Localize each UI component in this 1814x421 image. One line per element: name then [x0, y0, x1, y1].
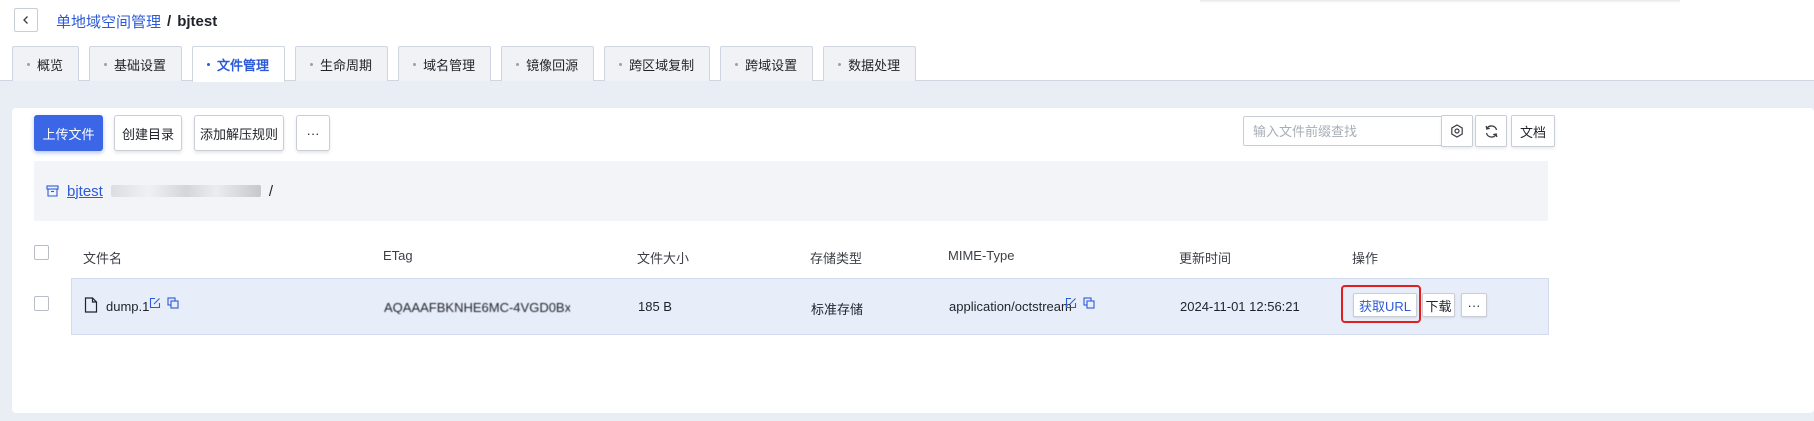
- path-redacted-segment: [110, 185, 261, 197]
- more-actions-button[interactable]: ···: [296, 115, 330, 151]
- column-header-actions: 操作: [1352, 251, 1379, 266]
- tab-label: 跨区域复制: [629, 57, 695, 73]
- breadcrumb: 单地域空间管理 / bjtest: [56, 11, 217, 32]
- page-header: 单地域空间管理 / bjtest 概览 基础设置 文件管理 生命周期 域名管理 …: [0, 0, 1814, 82]
- documentation-button[interactable]: 文档: [1511, 115, 1555, 147]
- tab-label: 文件管理: [217, 58, 270, 73]
- upload-file-button[interactable]: 上传文件: [34, 115, 103, 151]
- edit-icon[interactable]: [149, 297, 161, 312]
- bucket-icon: [46, 185, 59, 197]
- tab-dot: [516, 62, 520, 66]
- download-button[interactable]: 下载: [1422, 293, 1455, 317]
- tab-dot: [735, 62, 739, 66]
- tab-domain-management[interactable]: 域名管理: [398, 46, 492, 81]
- gear-icon: [1450, 124, 1464, 138]
- column-header-storage-type: 存储类型: [810, 251, 863, 266]
- tab-cross-region-replication[interactable]: 跨区域复制: [604, 46, 711, 81]
- highlight-box: [1341, 285, 1421, 323]
- tab-basic-settings[interactable]: 基础设置: [89, 46, 183, 81]
- row-checkbox[interactable]: [34, 296, 49, 311]
- tab-label: 概览: [37, 57, 64, 73]
- tab-label: 镜像回源: [526, 57, 579, 73]
- tab-label: 域名管理: [423, 57, 476, 73]
- tab-label: 基础设置: [114, 57, 167, 73]
- chevron-left-icon: [21, 13, 31, 28]
- search-input[interactable]: [1253, 123, 1453, 139]
- column-header-etag: ETag: [383, 248, 413, 263]
- file-management-card: 上传文件 创建目录 添加解压规则 ··· 文档 bjtest / 文件名 ETa…: [12, 108, 1814, 413]
- tab-dot: [619, 62, 623, 66]
- column-header-updated-time: 更新时间: [1179, 251, 1232, 266]
- tab-mirror-origin[interactable]: 镜像回源: [501, 46, 595, 81]
- add-decompress-rule-button[interactable]: 添加解压规则: [194, 115, 284, 151]
- etag-value: AQAAAFBKNHE6MC-4VGD0Bxda...: [384, 300, 570, 314]
- tab-data-processing[interactable]: 数据处理: [823, 46, 917, 81]
- back-button[interactable]: [14, 8, 38, 32]
- column-header-mime-type: MIME-Type: [948, 248, 1015, 263]
- mime-type: application/octstream: [949, 299, 1072, 314]
- copy-icon[interactable]: [167, 297, 179, 312]
- tab-dot: [207, 63, 211, 66]
- refresh-icon: [1484, 124, 1499, 139]
- tab-label: 生命周期: [320, 57, 373, 73]
- table-header: 文件名 ETag 文件大小 存储类型 MIME-Type 更新时间 操作: [34, 235, 1548, 275]
- mime-edit-icon[interactable]: [1065, 297, 1077, 312]
- column-header-size: 文件大小: [637, 251, 690, 266]
- tab-file-management[interactable]: 文件管理: [192, 46, 286, 82]
- create-directory-button[interactable]: 创建目录: [114, 115, 182, 151]
- row-more-button[interactable]: ···: [1461, 293, 1487, 317]
- breadcrumb-current: bjtest: [177, 13, 218, 30]
- tab-dot: [413, 62, 417, 66]
- tab-dot: [838, 62, 842, 66]
- path-bar: bjtest /: [34, 161, 1548, 221]
- tab-cors-settings[interactable]: 跨域设置: [720, 46, 814, 81]
- breadcrumb-parent-link[interactable]: 单地域空间管理: [56, 11, 161, 32]
- settings-button[interactable]: [1441, 115, 1473, 147]
- path-bucket-link[interactable]: bjtest: [67, 183, 103, 200]
- column-header-name: 文件名: [83, 251, 123, 266]
- path-trailing: /: [268, 182, 275, 200]
- tab-lifecycle[interactable]: 生命周期: [295, 46, 389, 81]
- tab-overview[interactable]: 概览: [12, 46, 80, 81]
- tab-label: 数据处理: [848, 57, 901, 73]
- file-icon: [84, 297, 98, 316]
- top-shadow: [1200, 0, 1680, 3]
- updated-time: 2024-11-01 12:56:21: [1180, 299, 1300, 314]
- file-name[interactable]: dump.1: [106, 299, 149, 314]
- select-all-checkbox[interactable]: [34, 245, 49, 260]
- search-box[interactable]: [1243, 116, 1473, 146]
- refresh-button[interactable]: [1475, 115, 1507, 147]
- file-size: 185 B: [638, 299, 672, 314]
- tab-dot: [310, 62, 314, 66]
- tab-dot: [27, 62, 30, 66]
- mime-copy-icon[interactable]: [1083, 297, 1095, 312]
- tab-label: 跨域设置: [745, 57, 798, 73]
- tab-dot: [104, 62, 108, 66]
- table-row[interactable]: dump.1 AQAAAFBKNHE6MC-4VGD0Bxda... 185 B…: [71, 278, 1549, 335]
- breadcrumb-separator: /: [167, 13, 172, 30]
- storage-type: 标准存储: [811, 302, 864, 317]
- tab-bar: 概览 基础设置 文件管理 生命周期 域名管理 镜像回源 跨区域复制 跨域设置 数…: [12, 46, 926, 82]
